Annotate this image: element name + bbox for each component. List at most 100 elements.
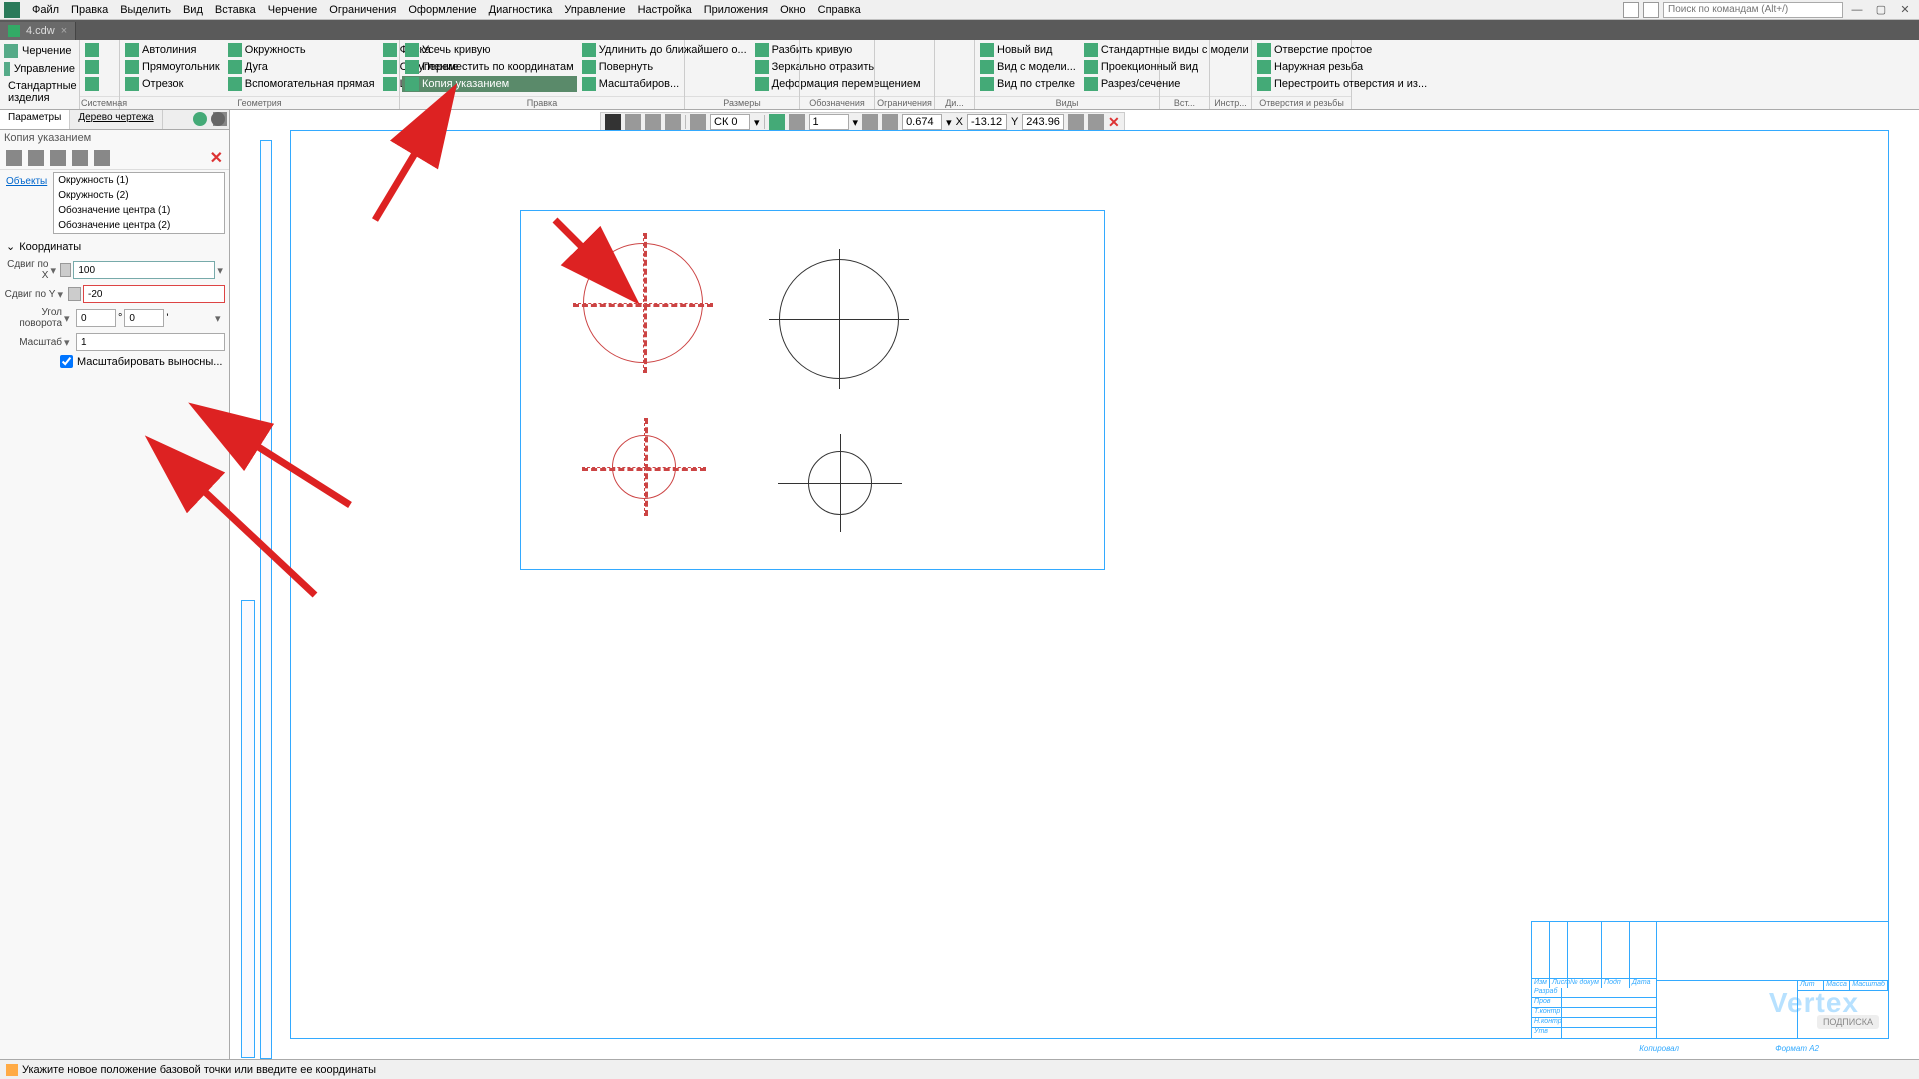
layer-select[interactable]: СК 0 bbox=[710, 114, 750, 130]
menu-manage[interactable]: Управление bbox=[558, 2, 631, 18]
pin-icon[interactable] bbox=[60, 263, 71, 277]
menu-view[interactable]: Вид bbox=[177, 2, 209, 18]
dim-icon[interactable] bbox=[707, 60, 725, 76]
num-field[interactable]: 1 bbox=[809, 114, 849, 130]
menu-settings[interactable]: Настройка bbox=[632, 2, 698, 18]
tab-tree[interactable]: Дерево чертежа bbox=[70, 110, 162, 129]
arrowview-button[interactable]: Вид по стрелке bbox=[977, 76, 1079, 92]
mark-icon[interactable] bbox=[820, 78, 836, 94]
mode-draw[interactable]: Черчение bbox=[2, 42, 77, 60]
tab-parameters[interactable]: Параметры bbox=[0, 110, 70, 129]
diag-icon[interactable] bbox=[955, 60, 971, 76]
dim-icon[interactable] bbox=[727, 78, 745, 94]
mode-std[interactable]: Стандартные изделия bbox=[2, 78, 77, 106]
list-item[interactable]: Окружность (2) bbox=[54, 188, 224, 203]
grid-icon[interactable] bbox=[690, 114, 706, 130]
mark-icon[interactable] bbox=[856, 78, 872, 94]
dim-icon[interactable] bbox=[767, 78, 785, 94]
dim-icon[interactable] bbox=[687, 60, 705, 76]
chevron-down-icon[interactable]: ▾ bbox=[217, 264, 225, 277]
dim-icon[interactable] bbox=[767, 42, 785, 58]
menu-select[interactable]: Выделить bbox=[114, 2, 177, 18]
tool-icon[interactable] bbox=[94, 150, 110, 166]
menu-format[interactable]: Оформление bbox=[402, 2, 482, 18]
mark-icon[interactable] bbox=[838, 60, 854, 76]
list-item[interactable]: Обозначение центра (1) bbox=[54, 203, 224, 218]
scale-extlines-checkbox[interactable] bbox=[60, 355, 73, 368]
mark-icon[interactable] bbox=[820, 42, 836, 58]
dim-icon[interactable] bbox=[687, 78, 705, 94]
mark-icon[interactable] bbox=[802, 42, 818, 58]
ins-icon[interactable] bbox=[1182, 60, 1200, 76]
menu-apps[interactable]: Приложения bbox=[698, 2, 774, 18]
menu-constraints[interactable]: Ограничения bbox=[323, 2, 402, 18]
mode-manage[interactable]: Управление bbox=[2, 60, 77, 78]
modelview-button[interactable]: Вид с модели... bbox=[977, 59, 1079, 75]
diag-icon[interactable] bbox=[955, 42, 971, 58]
close-toolbar-icon[interactable]: ✕ bbox=[1108, 114, 1120, 131]
dim-icon[interactable] bbox=[707, 78, 725, 94]
dim-icon[interactable] bbox=[747, 78, 765, 94]
menu-help[interactable]: Справка bbox=[812, 2, 867, 18]
constr-icon[interactable] bbox=[913, 60, 929, 76]
help-icon[interactable] bbox=[193, 112, 207, 126]
new-doc-button[interactable] bbox=[82, 42, 102, 58]
layout2-icon[interactable] bbox=[1643, 2, 1659, 18]
dim-icon[interactable] bbox=[707, 42, 725, 58]
trim-button[interactable]: Усечь кривую bbox=[402, 42, 577, 58]
chevron-down-icon[interactable]: ▾ bbox=[64, 312, 74, 325]
diag-icon[interactable] bbox=[937, 42, 953, 58]
rebuild-button[interactable]: Перестроить отверстия и из... bbox=[1254, 76, 1430, 92]
tool-icon[interactable] bbox=[6, 150, 22, 166]
auxline-button[interactable]: Вспомогательная прямая bbox=[225, 76, 378, 92]
close-button[interactable]: ✕ bbox=[1895, 3, 1915, 17]
dim-icon[interactable] bbox=[727, 42, 745, 58]
movecoord-button[interactable]: Переместить по координатам bbox=[402, 59, 577, 75]
tab-close-icon[interactable]: × bbox=[61, 25, 67, 37]
constr-icon[interactable] bbox=[895, 42, 911, 58]
ct-icon[interactable] bbox=[665, 114, 681, 130]
command-search-input[interactable] bbox=[1663, 2, 1843, 18]
layout-icon[interactable] bbox=[1623, 2, 1639, 18]
constr-icon[interactable] bbox=[913, 42, 929, 58]
ct-icon[interactable] bbox=[1088, 114, 1104, 130]
mark-icon[interactable] bbox=[838, 42, 854, 58]
coords-header[interactable]: ⌄Координаты bbox=[0, 236, 229, 257]
ct-icon[interactable] bbox=[605, 114, 621, 130]
newview-button[interactable]: Новый вид bbox=[977, 42, 1079, 58]
menu-file[interactable]: Файл bbox=[26, 2, 65, 18]
constr-icon[interactable] bbox=[877, 78, 893, 94]
open-doc-button[interactable] bbox=[82, 59, 102, 75]
menu-diag[interactable]: Диагностика bbox=[483, 2, 559, 18]
mark-icon[interactable] bbox=[838, 78, 854, 94]
angle-min-input[interactable] bbox=[124, 309, 164, 327]
shift-x-input[interactable] bbox=[73, 261, 215, 279]
menu-draw[interactable]: Черчение bbox=[262, 2, 324, 18]
ct-icon[interactable] bbox=[769, 114, 785, 130]
segment-button[interactable]: Отрезок bbox=[122, 76, 223, 92]
ins-icon[interactable] bbox=[1162, 78, 1180, 94]
ct-icon[interactable] bbox=[789, 114, 805, 130]
arc-button[interactable]: Дуга bbox=[225, 59, 378, 75]
shift-y-input[interactable] bbox=[83, 285, 225, 303]
circle-button[interactable]: Окружность bbox=[225, 42, 378, 58]
ins-icon[interactable] bbox=[1182, 78, 1200, 94]
menu-insert[interactable]: Вставка bbox=[209, 2, 262, 18]
dim-icon[interactable] bbox=[747, 42, 765, 58]
diag-icon[interactable] bbox=[937, 60, 953, 76]
pin-icon[interactable] bbox=[68, 287, 81, 301]
objects-label[interactable]: Объекты bbox=[4, 172, 49, 234]
diag-icon[interactable] bbox=[937, 78, 953, 94]
settings-icon[interactable] bbox=[211, 112, 225, 126]
zoom-icon[interactable] bbox=[882, 114, 898, 130]
chevron-down-icon[interactable]: ▾ bbox=[215, 312, 225, 325]
zoom-field[interactable]: 0.674 bbox=[902, 114, 942, 130]
thread-button[interactable]: Наружная резьба bbox=[1254, 59, 1430, 75]
constr-icon[interactable] bbox=[895, 78, 911, 94]
document-tab[interactable]: 4.cdw × bbox=[0, 22, 76, 40]
mark-icon[interactable] bbox=[856, 60, 872, 76]
tool-icon[interactable] bbox=[72, 150, 88, 166]
dim-icon[interactable] bbox=[747, 60, 765, 76]
dim-icon[interactable] bbox=[687, 42, 705, 58]
mark-icon[interactable] bbox=[820, 60, 836, 76]
